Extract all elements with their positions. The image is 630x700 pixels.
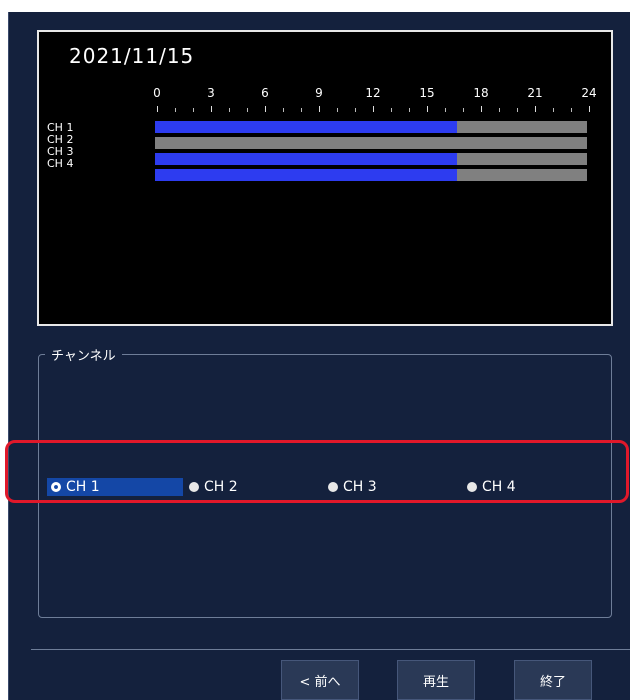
annotation-highlight xyxy=(5,440,629,503)
hour-tick xyxy=(247,108,248,112)
hour-tick xyxy=(175,108,176,112)
hour-label: 15 xyxy=(419,86,435,100)
hour-tick xyxy=(517,108,518,112)
hour-label: 12 xyxy=(365,86,381,100)
hour-tick xyxy=(553,108,554,112)
hour-tick xyxy=(481,106,482,112)
hour-tick xyxy=(265,106,266,112)
hour-tick xyxy=(571,108,572,112)
hour-label: 9 xyxy=(315,86,323,100)
exit-button[interactable]: 終了 xyxy=(514,660,592,700)
hour-tick xyxy=(373,106,374,112)
recording-segment xyxy=(155,169,458,181)
hour-tick xyxy=(211,106,212,112)
hour-label: 21 xyxy=(527,86,543,100)
hour-tick xyxy=(391,108,392,112)
hour-tick xyxy=(535,106,536,112)
channel-track[interactable] xyxy=(155,137,587,149)
hour-tick xyxy=(409,108,410,112)
channel-group-legend: チャンネル xyxy=(45,345,122,364)
hour-tick xyxy=(427,106,428,112)
hour-tick xyxy=(445,108,446,112)
hour-label: 0 xyxy=(153,86,161,100)
hour-tick xyxy=(193,108,194,112)
hour-tick xyxy=(229,108,230,112)
hour-tick xyxy=(301,108,302,112)
hour-tick xyxy=(499,108,500,112)
prev-button[interactable]: < 前へ xyxy=(281,660,359,700)
hour-label: 6 xyxy=(261,86,269,100)
hour-tick xyxy=(319,106,320,112)
recording-segment xyxy=(155,121,458,133)
play-button[interactable]: 再生 xyxy=(397,660,475,700)
hour-tick xyxy=(337,108,338,112)
hour-label: 3 xyxy=(207,86,215,100)
hour-tick xyxy=(463,108,464,112)
timeline-panel: 2021/11/15 0 3 6 9 12 15 18 21 24 CH 1 C… xyxy=(37,30,613,326)
hour-label: 18 xyxy=(473,86,489,100)
channel-row-label: CH 4 xyxy=(47,157,74,170)
hour-label: 24 xyxy=(581,86,597,100)
channel-track[interactable] xyxy=(155,169,587,181)
timeline-date: 2021/11/15 xyxy=(69,44,195,68)
hour-tick xyxy=(355,108,356,112)
channel-track[interactable] xyxy=(155,153,587,165)
channel-track[interactable] xyxy=(155,121,587,133)
hour-tick xyxy=(283,108,284,112)
footer-divider xyxy=(31,649,630,650)
hour-tick xyxy=(157,106,158,112)
playback-window: 2021/11/15 0 3 6 9 12 15 18 21 24 CH 1 C… xyxy=(8,12,630,700)
recording-segment xyxy=(155,153,458,165)
hour-tick xyxy=(589,106,590,112)
